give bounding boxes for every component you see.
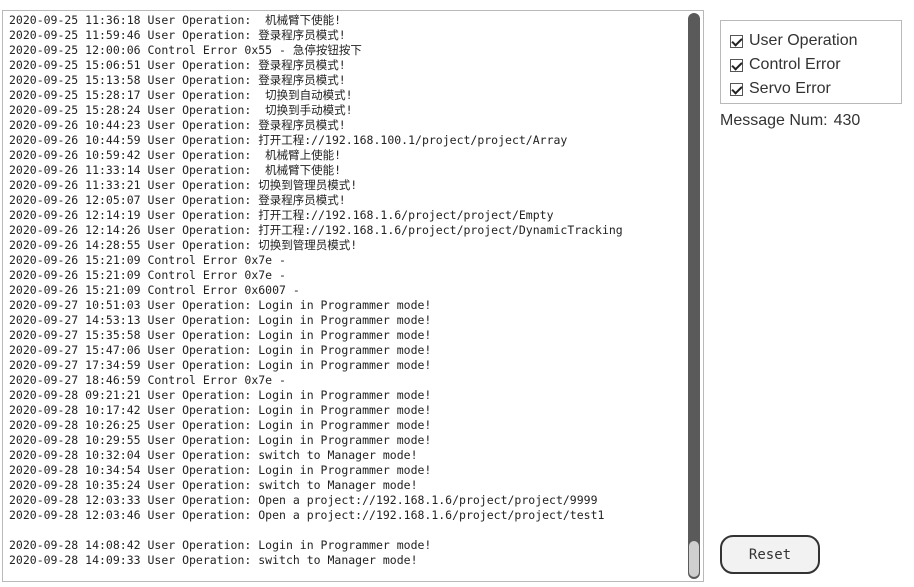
- log-line: 2020-09-25 15:28:24 User Operation: 切换到手…: [9, 103, 353, 117]
- log-line: 2020-09-26 15:21:09 Control Error 0x6007…: [9, 283, 300, 297]
- log-line: 2020-09-26 15:21:09 Control Error 0x7e -: [9, 253, 286, 267]
- log-line: 2020-09-25 11:36:18 User Operation: 机械臂下…: [9, 13, 342, 27]
- log-line: 2020-09-28 10:34:54 User Operation: Logi…: [9, 463, 432, 477]
- filter-group: User Operation Control Error Servo Error: [720, 20, 902, 104]
- log-panel[interactable]: 2020-09-25 11:36:18 User Operation: 机械臂下…: [2, 10, 704, 582]
- filter-servo-error[interactable]: Servo Error: [721, 77, 901, 101]
- log-line: 2020-09-28 14:08:42 User Operation: Logi…: [9, 538, 432, 552]
- log-line: 2020-09-26 11:33:21 User Operation: 切换到管…: [9, 178, 358, 192]
- scrollbar-thumb[interactable]: [689, 541, 699, 577]
- log-line: 2020-09-26 12:14:19 User Operation: 打开工程…: [9, 208, 554, 222]
- log-line: 2020-09-26 10:44:23 User Operation: 登录程序…: [9, 118, 346, 132]
- log-line: 2020-09-28 09:21:21 User Operation: Logi…: [9, 388, 432, 402]
- log-line: 2020-09-28 10:35:24 User Operation: swit…: [9, 478, 418, 492]
- user-operation-checkbox[interactable]: [730, 34, 743, 48]
- message-count-label: Message Num:: [720, 112, 828, 129]
- log-line: 2020-09-28 12:03:33 User Operation: Open…: [9, 493, 598, 507]
- log-line: 2020-09-26 14:28:55 User Operation: 切换到管…: [9, 238, 358, 252]
- log-line: 2020-09-28 14:09:33 User Operation: swit…: [9, 553, 418, 567]
- log-line: 2020-09-25 15:06:51 User Operation: 登录程序…: [9, 58, 346, 72]
- log-line: 2020-09-28 10:26:25 User Operation: Logi…: [9, 418, 432, 432]
- log-line: 2020-09-26 10:59:42 User Operation: 机械臂上…: [9, 148, 342, 162]
- filter-control-error[interactable]: Control Error: [721, 53, 901, 77]
- log-line: 2020-09-25 12:00:06 Control Error 0x55 -…: [9, 43, 362, 57]
- servo-error-label: Servo Error: [749, 80, 831, 97]
- filter-user-operation[interactable]: User Operation: [721, 29, 901, 53]
- log-line: 2020-09-25 11:59:46 User Operation: 登录程序…: [9, 28, 346, 42]
- user-operation-label: User Operation: [749, 32, 858, 49]
- log-line: 2020-09-26 12:05:07 User Operation: 登录程序…: [9, 193, 346, 207]
- message-count-value: 430: [833, 112, 861, 129]
- scrollbar-track[interactable]: [688, 13, 700, 579]
- control-error-checkbox[interactable]: [730, 58, 743, 72]
- log-line: 2020-09-27 15:47:06 User Operation: Logi…: [9, 343, 432, 357]
- log-text-area[interactable]: 2020-09-25 11:36:18 User Operation: 机械臂下…: [9, 13, 683, 579]
- log-line: 2020-09-26 15:21:09 Control Error 0x7e -: [9, 268, 286, 282]
- log-line: 2020-09-26 10:44:59 User Operation: 打开工程…: [9, 133, 568, 147]
- reset-button[interactable]: Reset: [720, 535, 820, 574]
- log-line: 2020-09-28 10:17:42 User Operation: Logi…: [9, 403, 432, 417]
- log-line: 2020-09-25 15:28:17 User Operation: 切换到自…: [9, 88, 353, 102]
- log-line: 2020-09-27 18:46:59 Control Error 0x7e -: [9, 373, 286, 387]
- control-error-label: Control Error: [749, 56, 841, 73]
- log-scrollbar[interactable]: [688, 13, 700, 579]
- log-line: 2020-09-26 12:14:26 User Operation: 打开工程…: [9, 223, 623, 237]
- log-line: 2020-09-28 10:32:04 User Operation: swit…: [9, 448, 418, 462]
- log-line: 2020-09-27 10:51:03 User Operation: Logi…: [9, 298, 432, 312]
- servo-error-checkbox[interactable]: [730, 82, 743, 96]
- log-line: 2020-09-27 17:34:59 User Operation: Logi…: [9, 358, 432, 372]
- log-line: 2020-09-26 11:33:14 User Operation: 机械臂下…: [9, 163, 342, 177]
- message-count: Message Num: 430: [720, 112, 866, 130]
- log-line: 2020-09-27 15:35:58 User Operation: Logi…: [9, 328, 432, 342]
- log-line: 2020-09-25 15:13:58 User Operation: 登录程序…: [9, 73, 346, 87]
- log-line: 2020-09-28 12:03:46 User Operation: Open…: [9, 508, 605, 522]
- log-line: 2020-09-28 10:29:55 User Operation: Logi…: [9, 433, 432, 447]
- log-line: 2020-09-27 14:53:13 User Operation: Logi…: [9, 313, 432, 327]
